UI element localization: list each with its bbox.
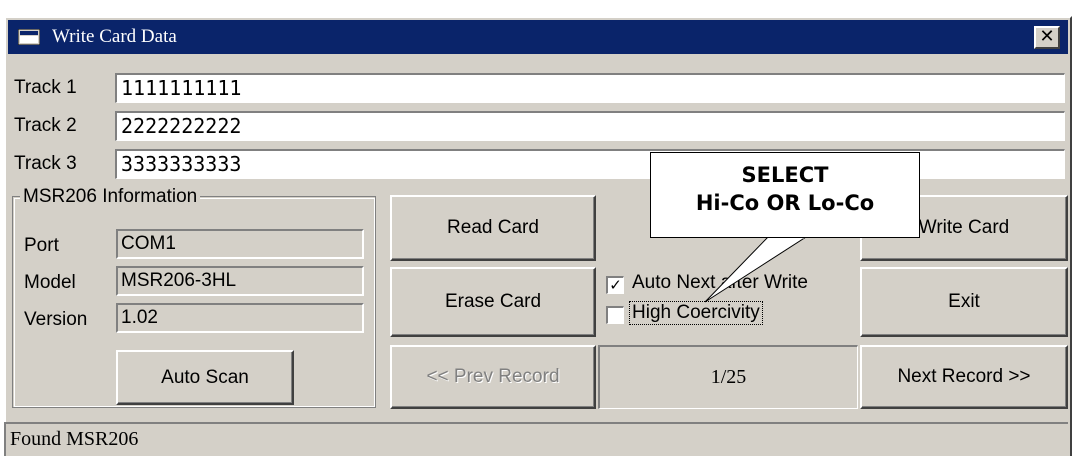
callout-box: SELECT Hi-Co OR Lo-Co xyxy=(650,152,920,238)
track-1-label: Track 1 xyxy=(14,77,77,98)
high-coercivity-label[interactable]: High Coercivity xyxy=(629,301,763,325)
erase-card-button[interactable]: Erase Card xyxy=(390,267,596,337)
port-label: Port xyxy=(24,235,59,256)
track-3-label: Track 3 xyxy=(14,153,77,174)
track-1-input[interactable]: 1111111111 xyxy=(115,73,1065,103)
callout-line-1: SELECT xyxy=(741,163,829,187)
callout-line-2: Hi-Co OR Lo-Co xyxy=(695,191,875,215)
model-field: MSR206-3HL xyxy=(116,266,364,296)
close-icon: ✕ xyxy=(1039,26,1055,47)
high-coercivity-checkbox[interactable] xyxy=(606,306,624,324)
port-field: COM1 xyxy=(116,229,364,259)
window-title: Write Card Data xyxy=(52,26,177,47)
title-bar[interactable]: Write Card Data ✕ xyxy=(8,20,1068,54)
auto-scan-button[interactable]: Auto Scan xyxy=(116,350,294,405)
prev-record-button[interactable]: << Prev Record xyxy=(390,345,596,409)
version-label: Version xyxy=(24,309,88,330)
close-button[interactable]: ✕ xyxy=(1034,26,1060,49)
record-counter: 1/25 xyxy=(598,345,858,409)
track-3-input[interactable]: 3333333333 xyxy=(115,149,1065,179)
version-field: 1.02 xyxy=(116,303,364,333)
track-2-input[interactable]: 2222222222 xyxy=(115,111,1065,141)
exit-button[interactable]: Exit xyxy=(860,267,1068,337)
status-bar: Found MSR206 xyxy=(4,422,1068,456)
model-label: Model xyxy=(24,272,76,293)
next-record-button[interactable]: Next Record >> xyxy=(860,345,1068,409)
read-card-button[interactable]: Read Card xyxy=(390,195,596,261)
app-window-icon xyxy=(18,29,40,45)
checkmark-icon: ✓ xyxy=(609,276,622,294)
msr206-info-group-label: MSR206 Information xyxy=(20,186,201,208)
track-2-label: Track 2 xyxy=(14,115,77,136)
auto-next-label[interactable]: Auto Next after Write xyxy=(632,272,808,294)
auto-next-checkbox[interactable]: ✓ xyxy=(606,276,624,294)
